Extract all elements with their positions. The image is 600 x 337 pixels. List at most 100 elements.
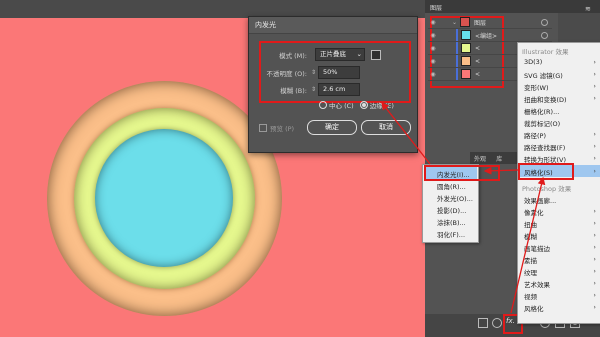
layer-thumbnail	[461, 69, 471, 79]
menu-item[interactable]: 模糊 ›	[524, 231, 598, 241]
menu-header-photoshop: Photoshop 效果	[522, 185, 572, 193]
menu-item[interactable]: 视频 ›	[524, 291, 598, 301]
submenu-item[interactable]: 涂抹(B)...	[437, 217, 466, 227]
chevron-right-icon: ›	[593, 58, 596, 66]
layer-color-bar	[456, 68, 458, 80]
circle-icon[interactable]	[492, 318, 502, 328]
layer-name: <编组>	[475, 32, 498, 40]
menu-item[interactable]: 像素化 ›	[524, 207, 598, 217]
mode-value: 正片叠底	[320, 50, 346, 58]
layers-tab[interactable]: 图层	[430, 3, 442, 12]
menu-item[interactable]: 扭曲和变换(D) ›	[524, 94, 598, 104]
inner-circle[interactable]	[95, 129, 233, 267]
chevron-down-icon: ⌄	[356, 50, 362, 58]
layer-color-bar	[456, 29, 458, 41]
chevron-right-icon: ›	[593, 94, 596, 102]
layer-color-bar	[456, 55, 458, 67]
inner-glow-dialog: 内发光 模式 (M): 正片叠底 ⌄ 不透明度 (O): ⇕ 50% 模糊 (B…	[248, 16, 418, 153]
eye-icon[interactable]: ◉	[428, 45, 438, 52]
square-icon[interactable]	[478, 318, 488, 328]
eye-icon[interactable]: ◉	[428, 32, 438, 39]
menu-item[interactable]: 栅格化(R)...	[524, 106, 598, 116]
chevron-right-icon: ›	[593, 70, 596, 78]
opacity-input[interactable]: 50%	[318, 66, 361, 79]
layer-row[interactable]: ◉ ⌄ 图层	[428, 16, 552, 29]
menu-item[interactable]: 路径(P) ›	[524, 130, 598, 140]
chevron-down-icon[interactable]: ⌄	[452, 19, 457, 26]
chevron-right-icon: ›	[593, 267, 596, 275]
submenu-item[interactable]: 投影(D)...	[437, 205, 466, 215]
layer-name: <	[475, 70, 481, 78]
submenu-item[interactable]: 羽化(F)...	[437, 229, 465, 239]
menu-item[interactable]: 素描 ›	[524, 255, 598, 265]
menu-item[interactable]: 艺术效果 ›	[524, 279, 598, 289]
menu-item[interactable]: 画笔描边 ›	[524, 243, 598, 253]
opacity-row: 不透明度 (O): ⇕ 50%	[261, 66, 361, 79]
target-icon[interactable]	[541, 19, 548, 26]
menu-item[interactable]: 扭曲 ›	[524, 219, 598, 229]
layer-name: <	[475, 57, 481, 65]
edge-radio[interactable]	[359, 101, 368, 109]
chevron-right-icon: ›	[593, 279, 596, 287]
mode-select[interactable]: 正片叠底 ⌄	[315, 48, 365, 61]
submenu-item[interactable]: 外发光(O)...	[437, 193, 473, 203]
fx-button[interactable]: fx.	[506, 317, 515, 325]
chevron-right-icon: ›	[593, 243, 596, 251]
edge-label: 边缘 (E)	[369, 102, 394, 110]
eye-icon[interactable]: ◉	[428, 71, 438, 78]
menu-item[interactable]: 3D(3) ›	[524, 58, 598, 66]
menu-item[interactable]: 效果画廊...	[524, 195, 598, 205]
center-label: 中心 (C)	[329, 102, 354, 110]
menu-item[interactable]: 变形(W) ›	[524, 82, 598, 92]
chevron-right-icon: ›	[593, 154, 596, 162]
stepper-icon[interactable]: ⇕	[311, 86, 316, 93]
blur-input[interactable]: 2.6 cm	[318, 83, 361, 96]
chevron-right-icon: ›	[593, 130, 596, 138]
preview-row: 预览 (P)	[259, 123, 294, 133]
chevron-right-icon: ›	[593, 255, 596, 263]
layers-stack-icon[interactable]: ≋	[585, 5, 591, 13]
menu-item[interactable]: 风格化 ›	[524, 303, 598, 313]
chevron-right-icon: ›	[593, 167, 596, 175]
stepper-icon[interactable]: ⇕	[311, 69, 316, 76]
ok-button[interactable]: 确定	[307, 120, 357, 135]
menu-item[interactable]: 路径查找器(F) ›	[524, 142, 598, 152]
layer-thumbnail	[460, 17, 471, 27]
chevron-right-icon: ›	[593, 303, 596, 311]
inner-glow-highlight-box	[424, 165, 500, 181]
tab-library[interactable]: 库	[492, 152, 506, 165]
origin-radio-group: 中心 (C) 边缘 (E)	[319, 100, 394, 110]
cancel-button[interactable]: 取消	[361, 120, 411, 135]
layer-thumbnail	[461, 56, 471, 66]
panel-header	[425, 0, 600, 13]
chevron-right-icon: ›	[593, 82, 596, 90]
layer-name: 图层	[474, 19, 487, 27]
center-radio[interactable]	[319, 101, 327, 109]
effects-menu: Illustrator 效果 3D(3) › SVG 滤镜(G) › 变形(W) › …	[517, 42, 600, 324]
blur-label: 模糊 (B):	[280, 86, 307, 95]
dialog-title: 内发光	[249, 17, 417, 34]
layer-name: <	[475, 44, 481, 52]
preview-label: 预览 (P)	[270, 125, 295, 133]
layer-row[interactable]: ◉ <编组>	[428, 29, 552, 42]
menu-item[interactable]: 裁剪标记(O)	[524, 118, 598, 128]
menu-item[interactable]: SVG 滤镜(G) ›	[524, 70, 598, 80]
submenu-item[interactable]: 圆角(R)...	[437, 181, 466, 191]
menu-item[interactable]: 纹理 ›	[524, 267, 598, 277]
blur-row: 模糊 (B): ⇕ 2.6 cm	[261, 83, 361, 96]
opacity-label: 不透明度 (O):	[266, 69, 307, 78]
eye-icon[interactable]: ◉	[428, 58, 438, 65]
layer-thumbnail	[461, 43, 471, 53]
layer-thumbnail	[461, 30, 471, 40]
chevron-right-icon: ›	[593, 291, 596, 299]
mode-label: 模式 (M):	[279, 51, 307, 60]
glow-color-swatch[interactable]	[371, 49, 381, 60]
chevron-right-icon: ›	[593, 231, 596, 239]
layer-color-bar	[456, 42, 458, 54]
target-icon[interactable]	[541, 32, 548, 39]
stylize-highlight-box	[518, 163, 574, 180]
chevron-right-icon: ›	[593, 219, 596, 227]
mode-row: 模式 (M): 正片叠底 ⌄	[261, 48, 381, 61]
eye-icon[interactable]: ◉	[428, 19, 438, 26]
preview-checkbox[interactable]	[259, 124, 267, 132]
